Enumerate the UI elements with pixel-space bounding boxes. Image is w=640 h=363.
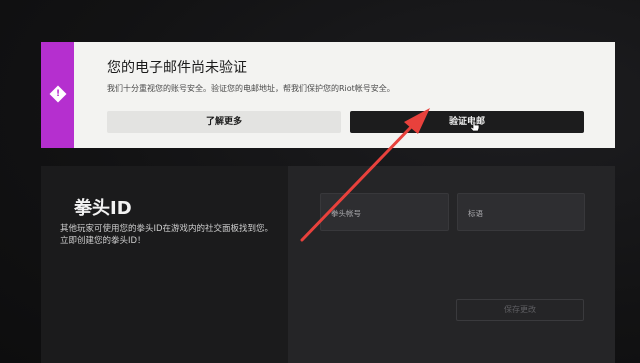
alert-title: 您的电子邮件尚未验证 <box>107 60 247 76</box>
tagline-label: 标语 <box>468 209 483 218</box>
verify-email-button[interactable]: 验证电邮 <box>350 111 584 133</box>
alert-stripe: ! <box>41 42 74 148</box>
email-verification-alert: ! 您的电子邮件尚未验证 我们十分重视您的账号安全。验证您的电邮地址，帮我们保护… <box>41 42 615 148</box>
riot-id-form-panel: 拳头帐号 标语 保存更改 <box>288 166 615 363</box>
riot-account-field[interactable]: 拳头帐号 <box>320 193 449 231</box>
warning-icon: ! <box>49 85 67 103</box>
alert-description: 我们十分重视您的账号安全。验证您的电邮地址，帮我们保护您的Riot帐号安全。 <box>107 84 395 93</box>
tagline-field[interactable]: 标语 <box>457 193 585 231</box>
riot-id-info-panel: 拳头ID 其他玩家可使用您的拳头ID在游戏内的社交面板找到您。立即创建您的拳头I… <box>41 166 288 363</box>
save-changes-button[interactable]: 保存更改 <box>456 299 584 321</box>
mouse-cursor-icon <box>470 120 480 132</box>
learn-more-button[interactable]: 了解更多 <box>107 111 341 133</box>
riot-account-label: 拳头帐号 <box>331 209 361 218</box>
riot-id-title: 拳头ID <box>74 198 132 219</box>
riot-id-description: 其他玩家可使用您的拳头ID在游戏内的社交面板找到您。立即创建您的拳头ID！ <box>60 224 274 246</box>
